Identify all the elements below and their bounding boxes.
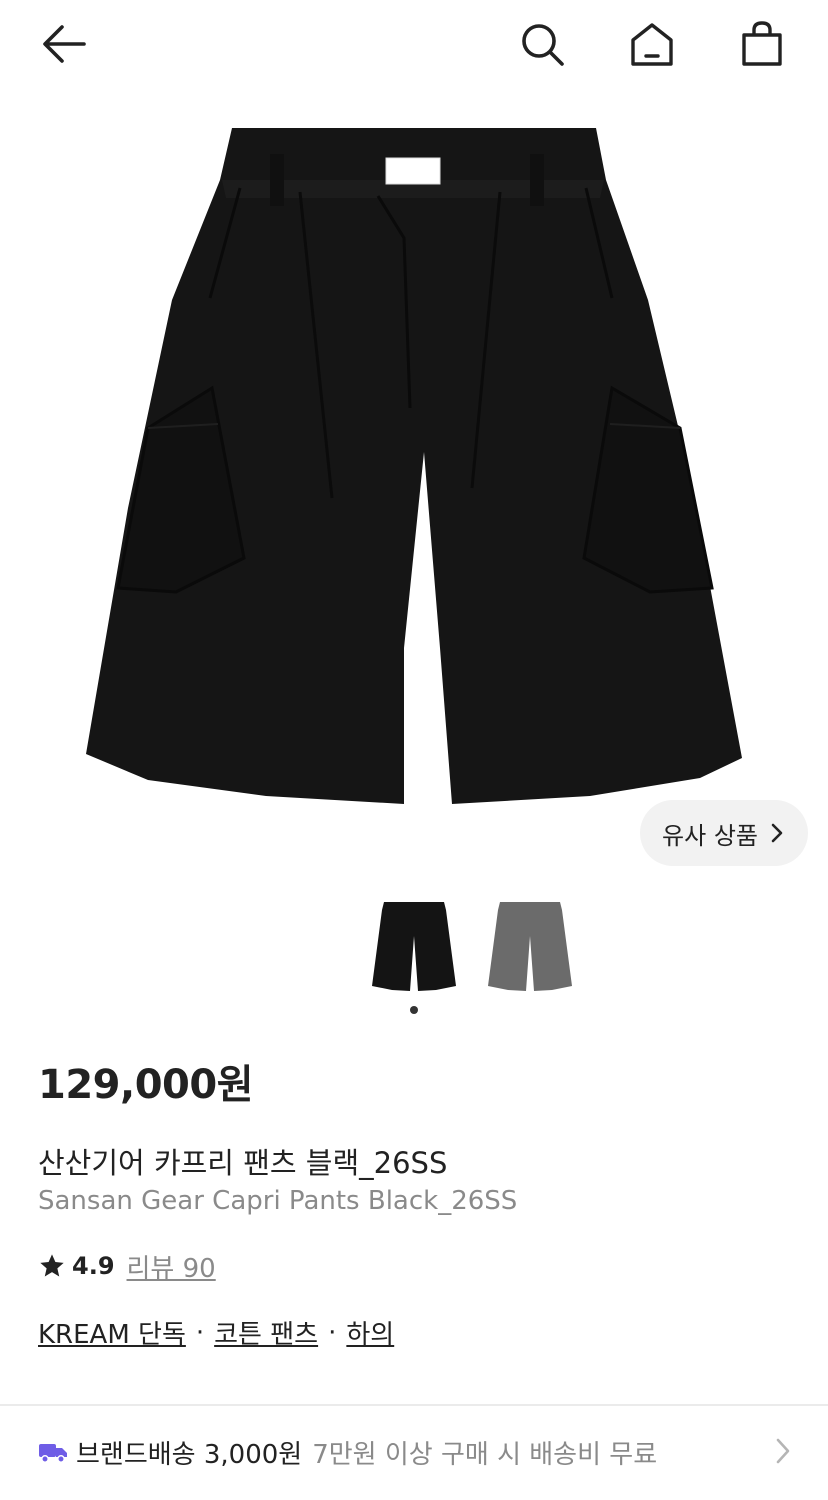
product-name-english: Sansan Gear Capri Pants Black_26SS — [38, 1186, 518, 1216]
home-icon — [631, 23, 673, 66]
back-button[interactable] — [34, 14, 94, 74]
shorts-image — [86, 128, 742, 804]
top-bar — [0, 0, 828, 88]
thumbnail-grey[interactable] — [482, 896, 578, 992]
shopping-bag-icon — [742, 21, 782, 66]
tag-separator: · — [195, 1317, 205, 1348]
product-name-korean: 산산기어 카프리 팬츠 블랙_26SS — [38, 1146, 448, 1180]
arrow-left-icon — [43, 25, 86, 63]
similar-products-label: 유사 상품 — [662, 821, 758, 850]
shorts-thumbnail-image — [488, 902, 572, 991]
tag-separator: · — [328, 1317, 337, 1348]
shipping-title: 브랜드배송 3,000원 — [76, 1439, 303, 1470]
color-thumbnails — [0, 888, 828, 1008]
tag-bottoms[interactable]: 하의 — [346, 1314, 394, 1351]
product-price: 129,000원 — [38, 1062, 254, 1108]
rating-row: 4.9 리뷰 90 — [38, 1248, 216, 1284]
review-link[interactable]: 리뷰 90 — [127, 1248, 216, 1285]
bag-button[interactable] — [732, 14, 792, 74]
shipping-info-row[interactable]: 브랜드배송 3,000원 7만원 이상 구매 시 배송비 무료 — [38, 1428, 798, 1476]
thumbnail-black[interactable] — [366, 896, 462, 992]
rating-value: 4.9 — [72, 1252, 115, 1280]
tag-kream-exclusive[interactable]: KREAM 단독 — [38, 1314, 186, 1351]
shipping-note: 7만원 이상 구매 시 배송비 무료 — [312, 1439, 658, 1470]
search-icon — [522, 24, 564, 66]
shorts-thumbnail-image — [372, 902, 456, 991]
carousel-indicator-dot — [410, 1006, 418, 1014]
similar-products-button[interactable]: 유사 상품 — [640, 800, 808, 866]
chevron-right-icon — [771, 823, 783, 843]
star-icon — [40, 1254, 64, 1277]
truck-icon — [39, 1444, 67, 1463]
section-divider — [0, 1404, 828, 1406]
product-main-image[interactable] — [0, 88, 828, 888]
product-tags: KREAM 단독 · 코튼 팬츠 · 하의 — [38, 1314, 394, 1351]
home-button[interactable] — [622, 14, 682, 74]
chevron-right-icon — [776, 1438, 790, 1464]
search-button[interactable] — [512, 14, 572, 74]
tag-cotton-pants[interactable]: 코튼 팬츠 — [214, 1314, 318, 1351]
